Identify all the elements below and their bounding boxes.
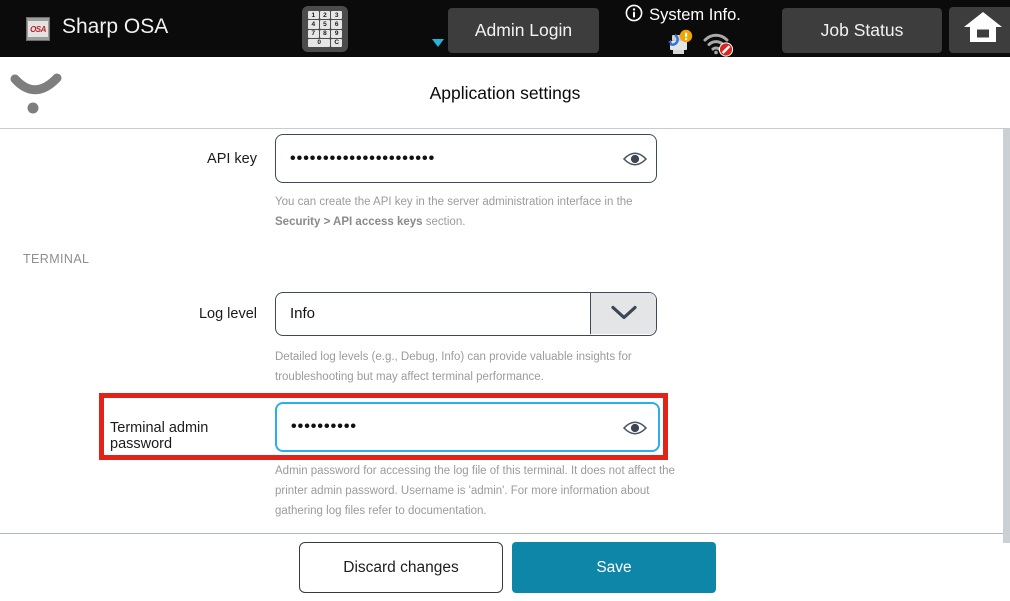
page-title: Application settings <box>0 83 1010 104</box>
section-label-terminal: TERMINAL <box>23 252 89 266</box>
page-header: Application settings <box>0 57 1010 129</box>
terminal-admin-password-label: Terminal admin password <box>110 420 270 452</box>
admin-login-button[interactable]: Admin Login <box>448 8 599 53</box>
keypad-key: 8 <box>320 30 331 38</box>
keypad-key: 0 <box>308 39 330 47</box>
home-icon <box>964 12 1002 49</box>
reveal-password-button[interactable] <box>622 419 648 437</box>
keypad-key: 2 <box>320 11 331 19</box>
brand-title: Sharp OSA <box>62 15 168 39</box>
keypad-key: 9 <box>331 30 342 38</box>
discard-changes-button[interactable]: Discard changes <box>299 542 503 593</box>
reveal-api-key-button[interactable] <box>622 150 648 168</box>
log-level-label: Log level <box>60 306 257 322</box>
numeric-keypad-icon[interactable]: 1 2 3 4 5 6 7 8 9 0 C <box>302 6 348 52</box>
sharp-osa-logo-text: OSA <box>28 21 48 37</box>
job-status-label: Job Status <box>821 20 904 41</box>
save-button[interactable]: Save <box>512 542 716 593</box>
api-key-help: You can create the API key in the server… <box>275 192 675 232</box>
terminal-admin-password-help: Admin password for accessing the log fil… <box>275 461 685 521</box>
keypad-key: 3 <box>331 11 342 19</box>
footer-divider <box>0 533 1010 534</box>
keypad-caret-icon[interactable] <box>432 39 444 47</box>
eye-icon <box>622 156 648 171</box>
system-info-button[interactable]: System Info. <box>608 3 758 56</box>
api-key-label: API key <box>60 151 257 167</box>
eye-icon <box>622 425 648 440</box>
keypad-key: 4 <box>308 20 319 28</box>
log-level-dropdown-button[interactable] <box>590 293 656 334</box>
keypad-key: C <box>331 39 342 47</box>
log-level-help: Detailed log levels (e.g., Debug, Info) … <box>275 347 675 387</box>
system-info-label: System Info. <box>649 6 741 25</box>
keypad-key: 7 <box>308 30 319 38</box>
log-level-select[interactable]: Info <box>275 292 657 336</box>
admin-login-label: Admin Login <box>475 20 572 41</box>
log-level-value: Info <box>290 293 315 334</box>
sharp-osa-logo-icon: OSA <box>26 17 50 41</box>
terminal-admin-password-input[interactable] <box>275 402 660 452</box>
keypad-key: 6 <box>331 20 342 28</box>
vertical-scrollbar[interactable] <box>1003 129 1010 543</box>
api-key-input[interactable] <box>275 134 657 183</box>
top-bar: OSA Sharp OSA 1 2 3 4 5 6 7 8 9 0 C Admi… <box>0 0 1010 57</box>
chevron-down-icon <box>610 305 638 323</box>
sharp-osa-screen: OSA Sharp OSA 1 2 3 4 5 6 7 8 9 0 C Admi… <box>0 0 1010 601</box>
keypad-key: 5 <box>320 20 331 28</box>
home-button[interactable] <box>949 7 1010 53</box>
keypad-key: 1 <box>308 11 319 19</box>
info-icon <box>625 4 643 27</box>
job-status-button[interactable]: Job Status <box>782 8 942 53</box>
